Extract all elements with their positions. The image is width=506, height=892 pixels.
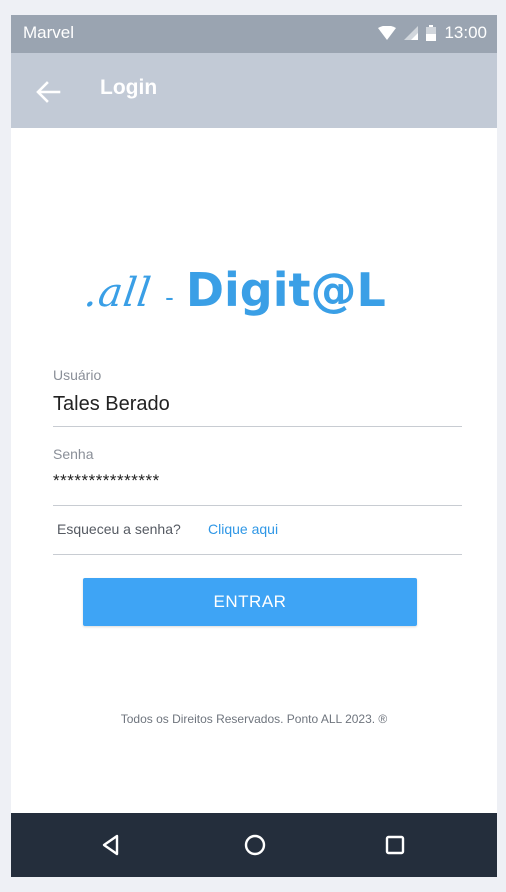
page-title: Login [100,76,158,99]
username-label: Usuário [53,367,102,383]
app-logo: .all - Digit@L [81,263,386,333]
password-underline [53,505,462,506]
forgot-password-link[interactable]: Clique aqui [208,521,278,537]
carrier-name: Marvel [23,23,75,42]
wifi-icon [378,26,397,40]
password-label: Senha [53,446,94,462]
forgot-password-text: Esqueceu a senha? [57,521,181,537]
copyright-text: Todos os Direitos Reservados. Ponto ALL … [120,712,388,726]
logo-digital-text: Digit@L [185,263,386,317]
status-time: 13:00 [444,23,487,42]
arrow-left-icon[interactable] [33,77,63,107]
signal-icon [404,26,419,40]
status-bar: Marvel 13:00 [11,15,497,53]
username-field[interactable]: Tales Berado [53,393,170,416]
forgot-divider [53,554,462,555]
password-field[interactable]: *************** [53,471,160,491]
triangle-back-icon[interactable] [97,831,125,859]
circle-home-icon[interactable] [241,831,269,859]
app-bar: Login [11,53,497,128]
square-recent-icon[interactable] [381,831,409,859]
username-underline [53,426,462,427]
status-icons: 13:00 [378,23,487,43]
phone-screen: Marvel 13:00 Login .all - Digit@L Usuári… [11,15,497,877]
logo-dash: - [165,282,174,312]
login-button[interactable]: ENTRAR [83,578,417,626]
navigation-bar [11,813,497,877]
logo-all-text: .all [81,270,155,316]
battery-icon [426,25,437,41]
